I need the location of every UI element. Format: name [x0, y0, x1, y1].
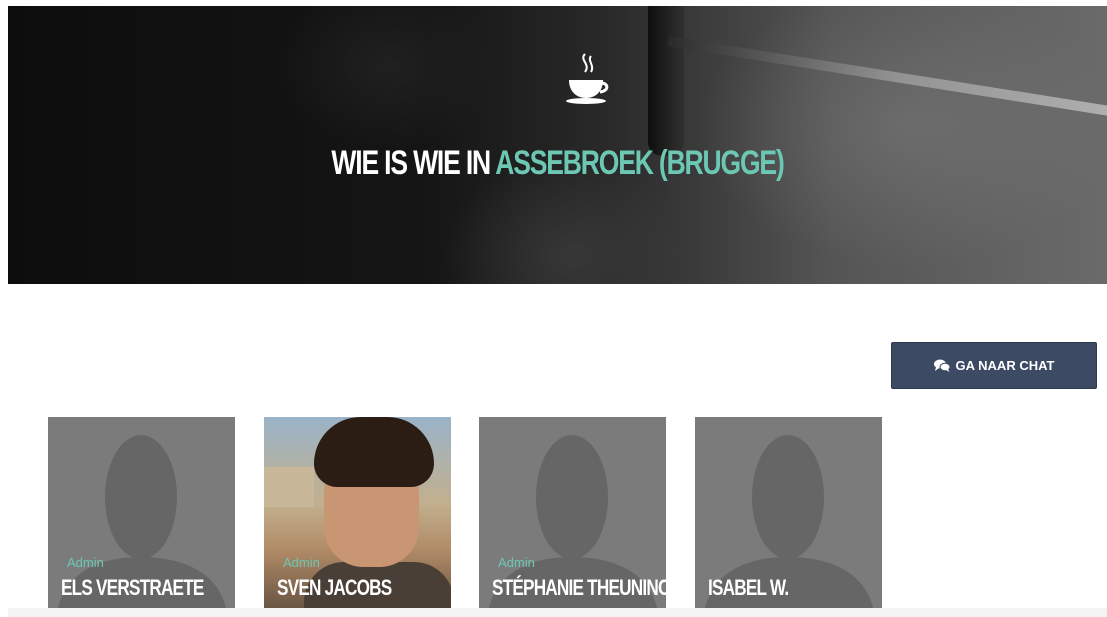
page-title-location: ASSEBROEK (BRUGGE) [495, 144, 785, 182]
go-to-chat-button[interactable]: GA NAAR CHAT [891, 342, 1097, 389]
photo-background-building [264, 467, 314, 507]
page-title-prefix: WIE IS WIE IN [331, 144, 496, 182]
member-card[interactable]: Admin STÉPHANIE THEUNINCK [479, 417, 666, 608]
member-card[interactable]: Admin SVEN JACOBS [264, 417, 451, 608]
page-title: WIE IS WIE IN ASSEBROEK (BRUGGE) [129, 144, 986, 183]
member-name[interactable]: STÉPHANIE THEUNINCK [492, 575, 666, 601]
go-to-chat-label: GA NAAR CHAT [955, 358, 1055, 373]
member-role: Admin [67, 555, 104, 570]
member-card[interactable]: ISABEL W. [695, 417, 882, 608]
member-name[interactable]: ELS VERSTRAETE [61, 575, 204, 601]
member-role: Admin [283, 555, 320, 570]
hero-banner: WIE IS WIE IN ASSEBROEK (BRUGGE) [8, 6, 1107, 284]
photo-hair [314, 417, 434, 487]
member-name[interactable]: ISABEL W. [708, 575, 789, 601]
member-role: Admin [498, 555, 535, 570]
member-name[interactable]: SVEN JACOBS [277, 575, 392, 601]
member-card[interactable]: Admin ELS VERSTRAETE [48, 417, 235, 608]
footer-strip [8, 608, 1107, 617]
coffee-cup-icon [566, 53, 609, 104]
chat-bubbles-icon [933, 359, 950, 372]
hero-glasses-frame [648, 6, 684, 156]
